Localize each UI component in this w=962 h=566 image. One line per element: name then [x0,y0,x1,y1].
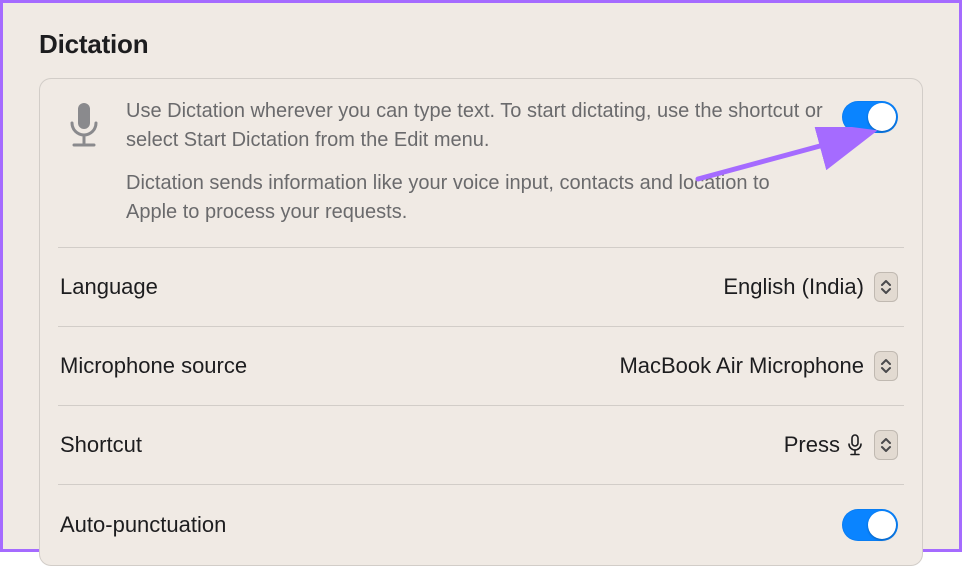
dictation-desc: Use Dictation wherever you can type text… [126,97,824,155]
microphone-source-row: Microphone source MacBook Air Microphone [58,327,904,406]
dictation-privacy: Dictation sends information like your vo… [126,169,824,227]
auto-punctuation-row: Auto-punctuation [58,485,904,565]
microphone-icon [846,434,864,456]
updown-icon[interactable] [874,430,898,460]
updown-icon[interactable] [874,351,898,381]
dictation-intro-row: Use Dictation wherever you can type text… [58,79,904,248]
dictation-options-panel: Use Dictation wherever you can type text… [39,78,923,566]
microphone-icon [60,97,108,149]
auto-punctuation-toggle[interactable] [842,509,898,541]
language-row: Language English (India) [58,248,904,327]
updown-icon[interactable] [874,272,898,302]
microphone-source-label: Microphone source [60,353,247,379]
auto-punctuation-label: Auto-punctuation [60,512,226,538]
language-label: Language [60,274,158,300]
microphone-source-value: MacBook Air Microphone [619,353,864,379]
language-value: English (India) [723,274,864,300]
shortcut-value-prefix: Press [784,432,840,458]
shortcut-select[interactable]: Press [784,430,898,460]
settings-dictation-panel: Dictation Use Dictation wherever you can… [0,0,962,552]
shortcut-label: Shortcut [60,432,142,458]
dictation-intro-text: Use Dictation wherever you can type text… [126,97,824,227]
shortcut-row: Shortcut Press [58,406,904,485]
language-select[interactable]: English (India) [723,272,898,302]
dictation-toggle[interactable] [842,101,898,133]
section-title: Dictation [39,29,923,60]
microphone-source-select[interactable]: MacBook Air Microphone [619,351,898,381]
